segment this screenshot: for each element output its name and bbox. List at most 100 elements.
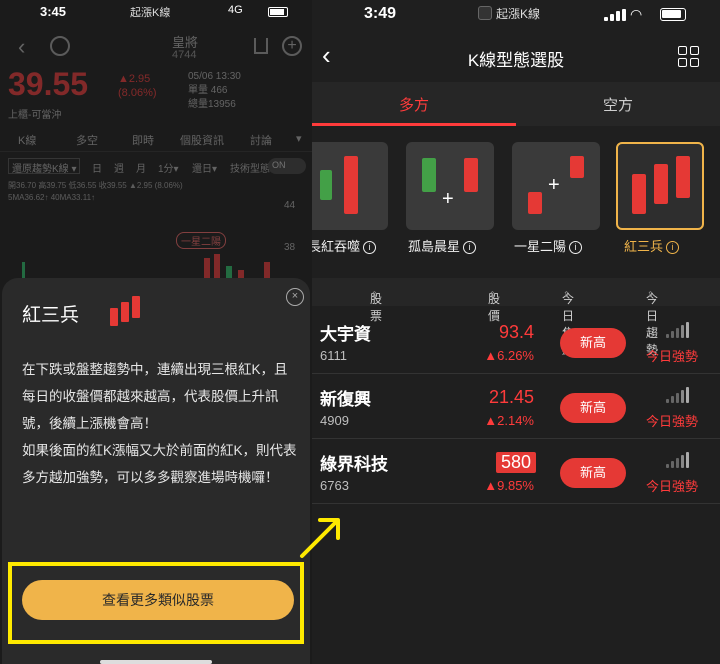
pattern-label: 紅三兵 i bbox=[624, 236, 680, 255]
sort-icon: ⇕ bbox=[563, 290, 570, 299]
info-icon[interactable]: i bbox=[666, 241, 680, 254]
tab-long-short[interactable]: 多空 bbox=[76, 132, 98, 148]
stock-tabs: K線 多空 即時 個股資訊 討論 ▾ bbox=[0, 126, 312, 152]
tab-bearish[interactable]: 空方 bbox=[516, 94, 720, 115]
trend-bars-icon bbox=[666, 452, 689, 468]
pattern-label-text: 一星二陽 bbox=[514, 239, 567, 254]
info-icon[interactable]: i bbox=[463, 241, 477, 254]
battery-icon bbox=[660, 8, 686, 21]
period-minute[interactable]: 1分▾ bbox=[158, 160, 179, 175]
ohlc-line: 開36.70 高39.75 低36.55 收39.55 ▲2.95 (8.06%… bbox=[8, 181, 183, 190]
description-paragraph: 在下跌或盤整趨勢中，連續出現三根紅K，且每日的收盤價都越來越高，代表股價上升訊號… bbox=[22, 362, 288, 431]
plus-icon: + bbox=[548, 174, 560, 196]
table-row[interactable]: 大宇資 6111 93.4 ▲6.26% 新高 今日強勢 bbox=[312, 310, 720, 374]
row-trend: 今日強勢 bbox=[646, 414, 699, 429]
signal-icon bbox=[604, 9, 626, 21]
description-paragraph: 如果後面的紅K漲幅又大於前面的紅K，則代表多方越加強勢，可以多多觀察進場時機囉！ bbox=[22, 443, 297, 485]
chart-y-mid: 38 bbox=[284, 242, 296, 253]
info-icon[interactable]: i bbox=[363, 241, 377, 254]
table-row[interactable]: 綠界科技 6763 580 ▲9.85% 新高 今日強勢 bbox=[312, 440, 720, 504]
table-row[interactable]: 新復興 4909 21.45 ▲2.14% 新高 今日強勢 bbox=[312, 375, 720, 439]
row-price: 93.4 bbox=[498, 322, 534, 342]
period-month[interactable]: 月 bbox=[136, 160, 146, 175]
row-stock-code: 6763 bbox=[320, 478, 349, 493]
home-indicator bbox=[100, 660, 212, 664]
total-label: 總量 bbox=[188, 99, 208, 110]
grid-menu-icon[interactable] bbox=[678, 46, 700, 68]
pattern-label: 孤島晨星 i bbox=[408, 236, 477, 255]
app-icon bbox=[478, 6, 492, 20]
row-stock-name: 綠界科技 bbox=[320, 455, 388, 474]
chart-pattern-tag[interactable]: 一星二陽 bbox=[176, 232, 226, 249]
pattern-label-text: 孤島晨星 bbox=[408, 239, 461, 254]
battery-icon bbox=[268, 7, 288, 17]
tabs-more-icon[interactable]: ▾ bbox=[296, 132, 302, 145]
sort-icon: ⇕ bbox=[489, 290, 496, 299]
right-screen: 3:49 起漲K線 ◠ ‹ K線型態選股 多方 空方 長紅吞噬 i + 孤島晨星 i… bbox=[312, 0, 720, 664]
candle bbox=[464, 158, 478, 192]
pattern-card-three-red-soldiers[interactable] bbox=[616, 142, 704, 230]
chart-y-top: 44 bbox=[284, 200, 296, 211]
pattern-card-bullish-engulfing[interactable] bbox=[312, 142, 388, 230]
row-change-pct: ▲2.14% bbox=[484, 413, 534, 428]
row-trend: 今日強勢 bbox=[646, 349, 699, 364]
candle bbox=[654, 164, 668, 204]
row-stock-name: 新復興 bbox=[320, 390, 371, 409]
pattern-label: 一星二陽 i bbox=[514, 236, 583, 255]
close-icon[interactable]: × bbox=[286, 288, 304, 306]
trend-bars-icon bbox=[666, 322, 689, 338]
trend-kline-button[interactable]: 還原趨勢K線 ▾ bbox=[8, 158, 81, 175]
sheet-description: 在下跌或盤整趨勢中，連續出現三根紅K，且每日的收盤價都越來越高，代表股價上升訊號… bbox=[22, 356, 300, 491]
table-header: 股票⇕ 股價⇕ 今日焦點⇕ 今日趨勢⇕ bbox=[312, 278, 720, 357]
arrow-annotation bbox=[300, 518, 340, 558]
row-trend: 今日強勢 bbox=[646, 479, 699, 494]
row-stock-code: 4909 bbox=[320, 413, 349, 428]
tab-discussion[interactable]: 討論 bbox=[250, 132, 272, 148]
wifi-icon: ◠ bbox=[630, 6, 643, 22]
pattern-card-island-morning-star[interactable]: + bbox=[406, 142, 494, 230]
candle bbox=[676, 156, 690, 198]
refresh-icon[interactable] bbox=[50, 36, 70, 56]
tab-realtime[interactable]: 即時 bbox=[132, 132, 154, 148]
tab-stock-info[interactable]: 個股資訊 bbox=[180, 132, 224, 148]
chart-toolbar: 還原趨勢K線 ▾ 日 週 月 1分▾ 還日▾ 技術型態 bbox=[8, 158, 308, 176]
add-icon[interactable]: + bbox=[282, 36, 302, 56]
new-high-badge: 新高 bbox=[560, 393, 626, 423]
row-price: 580 bbox=[496, 452, 536, 473]
candle bbox=[632, 174, 646, 214]
period-restore[interactable]: 還日▾ bbox=[192, 160, 217, 175]
nav-bar: ‹ K線型態選股 bbox=[312, 36, 720, 80]
pattern-card-one-star-two-yang[interactable]: + bbox=[512, 142, 600, 230]
candle bbox=[320, 170, 332, 200]
candle bbox=[344, 156, 358, 214]
left-screen: 3:45 起漲K線 4G ‹ 皇將 4744 + 39.55 ▲2.95 (8.… bbox=[0, 0, 312, 664]
three-red-soldiers-icon bbox=[108, 294, 144, 328]
info-icon[interactable]: i bbox=[569, 241, 583, 254]
row-stock-name: 大宇資 bbox=[320, 325, 371, 344]
trend-bars-icon bbox=[666, 387, 689, 403]
active-tab-underline bbox=[312, 123, 516, 126]
share-icon[interactable] bbox=[254, 38, 268, 54]
view-similar-stocks-button[interactable]: 查看更多類似股票 bbox=[22, 580, 294, 620]
candle bbox=[214, 254, 220, 278]
candle bbox=[204, 258, 210, 278]
tech-pattern-toggle[interactable]: ON bbox=[268, 158, 306, 174]
period-day[interactable]: 日 bbox=[92, 160, 102, 175]
kline-chart: 44 38 一星二陽 bbox=[0, 200, 312, 282]
pattern-label: 長紅吞噬 i bbox=[312, 236, 377, 255]
tab-bullish[interactable]: 多方 bbox=[312, 94, 516, 115]
candle bbox=[422, 158, 436, 192]
row-change-pct: ▲6.26% bbox=[484, 348, 534, 363]
status-time: 3:49 bbox=[364, 5, 397, 22]
status-app-name: 起漲K線 bbox=[130, 7, 171, 19]
volume-value: 466 bbox=[210, 85, 228, 96]
tab-kline[interactable]: K線 bbox=[18, 132, 36, 148]
back-icon[interactable]: ‹ bbox=[18, 34, 25, 60]
status-time: 3:45 bbox=[40, 4, 67, 19]
period-week[interactable]: 週 bbox=[114, 160, 124, 175]
direction-tabs: 多方 空方 bbox=[312, 82, 720, 126]
status-app: 起漲K線 bbox=[478, 5, 540, 22]
candle bbox=[528, 192, 542, 214]
stock-change: ▲2.95 (8.06%) bbox=[118, 72, 157, 100]
row-price: 21.45 bbox=[488, 387, 534, 407]
